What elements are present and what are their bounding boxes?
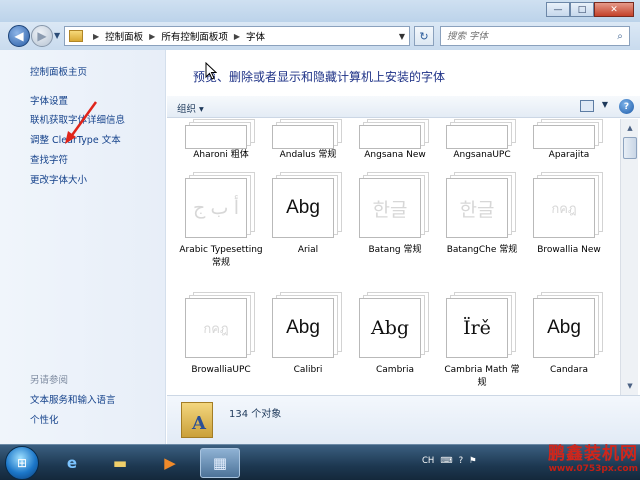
font-tile[interactable]: Abg Arial <box>266 172 350 257</box>
search-icon[interactable]: ⌕ <box>611 31 629 42</box>
view-dropdown-icon[interactable]: ▼ <box>602 100 608 109</box>
font-tile[interactable]: กคฎ Browallia New <box>527 172 611 257</box>
font-tile[interactable]: 한글 BatangChe 常规 <box>440 172 524 257</box>
font-tile[interactable]: Abg Cambria <box>353 292 437 377</box>
personalization-link[interactable]: 个性化 <box>30 412 59 426</box>
explorer-icon[interactable]: ▬ <box>100 448 140 478</box>
navigation-bar: ◀ ▶ ▼ ▶ 控制面板 ▶ 所有控制面板项 ▶ 字体 ▼ ↻ ⌕ <box>0 22 640 50</box>
page-title: 预览、删除或者显示和隐藏计算机上安装的字体 <box>193 70 446 84</box>
keyboard-icon[interactable]: ⌨ <box>440 456 452 466</box>
vertical-scrollbar[interactable]: ▲ ▼ <box>620 119 638 395</box>
forward-arrow-icon[interactable]: ▶ <box>31 25 53 47</box>
maximize-icon[interactable]: □ <box>570 2 594 17</box>
font-tile[interactable]: Andalus 常规 <box>266 119 350 162</box>
red-arrow-annotation <box>65 101 98 144</box>
start-button-icon[interactable]: ⊞ <box>5 446 39 480</box>
language-indicator[interactable]: CH <box>422 456 434 466</box>
font-tile[interactable]: กคฎ BrowalliaUPC <box>179 292 263 377</box>
control-panel-home-link[interactable]: 控制面板主页 <box>30 64 87 78</box>
font-tile[interactable]: أ ب ج Arabic Typesetting 常规 <box>179 172 263 270</box>
font-tile[interactable]: Abg Candara <box>527 292 611 377</box>
address-bar[interactable]: ▶ 控制面板 ▶ 所有控制面板项 ▶ 字体 ▼ <box>64 26 410 46</box>
help-tray-icon[interactable]: ? <box>459 456 464 466</box>
brand-name: 鹏鑫装机网 <box>548 444 638 464</box>
fonts-folder-icon: A <box>181 402 213 438</box>
scrollbar-thumb[interactable] <box>623 137 637 159</box>
change-font-size-link[interactable]: 更改字体大小 <box>30 172 87 186</box>
minimize-icon[interactable]: — <box>546 2 570 17</box>
control-panel-taskbar-icon[interactable]: ▦ <box>200 448 240 478</box>
object-count: 134 个对象 <box>229 409 282 420</box>
search-box[interactable]: ⌕ <box>440 26 630 46</box>
back-arrow-icon[interactable]: ◀ <box>8 25 30 47</box>
close-icon[interactable]: ✕ <box>594 2 634 17</box>
chevron-right-icon[interactable]: ▶ <box>93 32 99 41</box>
find-character-link[interactable]: 查找字符 <box>30 152 68 166</box>
watermark-logo: 鹏鑫装机网 www.0753px.com <box>548 439 638 474</box>
chevron-right-icon[interactable]: ▶ <box>234 32 240 41</box>
scroll-down-icon[interactable]: ▼ <box>623 379 637 393</box>
font-tile[interactable]: Ïrě Cambria Math 常规 <box>440 292 524 390</box>
scroll-up-icon[interactable]: ▲ <box>623 121 637 135</box>
mouse-cursor-icon <box>205 62 217 80</box>
system-tray: CH ⌨ ? ⚑ <box>422 456 477 466</box>
help-icon[interactable]: ? <box>619 99 634 114</box>
window-controls: — □ ✕ <box>546 2 634 17</box>
folder-icon <box>69 30 83 42</box>
address-dropdown-icon[interactable]: ▼ <box>399 32 405 41</box>
breadcrumb-control-panel[interactable]: 控制面板 <box>105 29 143 43</box>
search-input[interactable] <box>447 30 611 42</box>
recent-pages-dropdown-icon[interactable]: ▼ <box>54 31 60 40</box>
change-view-icon[interactable] <box>580 100 594 112</box>
font-tile[interactable]: Aharoni 粗体 <box>179 119 263 162</box>
internet-explorer-icon[interactable]: e <box>52 448 92 478</box>
font-tile[interactable]: AngsanaUPC <box>440 119 524 162</box>
main-header: 预览、删除或者显示和隐藏计算机上安装的字体 <box>167 50 640 96</box>
refresh-icon[interactable]: ↻ <box>414 26 434 46</box>
details-pane: A 134 个对象 <box>167 395 640 444</box>
brand-url: www.0753px.com <box>548 464 638 474</box>
command-bar: 组织 ▾ ▼ ? <box>167 96 640 118</box>
breadcrumb-fonts[interactable]: 字体 <box>246 29 265 43</box>
see-also-heading: 另请参阅 <box>30 375 69 386</box>
taskbar: ⊞ e ▬ ▶ ▦ CH ⌨ ? ⚑ 鹏鑫装机网 www.0753px.com <box>0 444 640 480</box>
media-player-icon[interactable]: ▶ <box>150 448 190 478</box>
font-tile[interactable]: Angsana New <box>353 119 437 162</box>
text-services-link[interactable]: 文本服务和输入语言 <box>30 392 116 406</box>
chevron-right-icon[interactable]: ▶ <box>149 32 155 41</box>
organize-button[interactable]: 组织 ▾ <box>177 101 204 115</box>
font-tile[interactable]: Abg Calibri <box>266 292 350 377</box>
flag-icon[interactable]: ⚑ <box>469 456 477 466</box>
font-tile[interactable]: Aparajita <box>527 119 611 162</box>
title-bar: — □ ✕ <box>0 0 640 22</box>
breadcrumb-all-items[interactable]: 所有控制面板项 <box>161 29 228 43</box>
font-grid: Aharoni 粗体 Andalus 常规 Angsana New Angsan… <box>167 119 620 395</box>
font-tile[interactable]: 한글 Batang 常规 <box>353 172 437 257</box>
